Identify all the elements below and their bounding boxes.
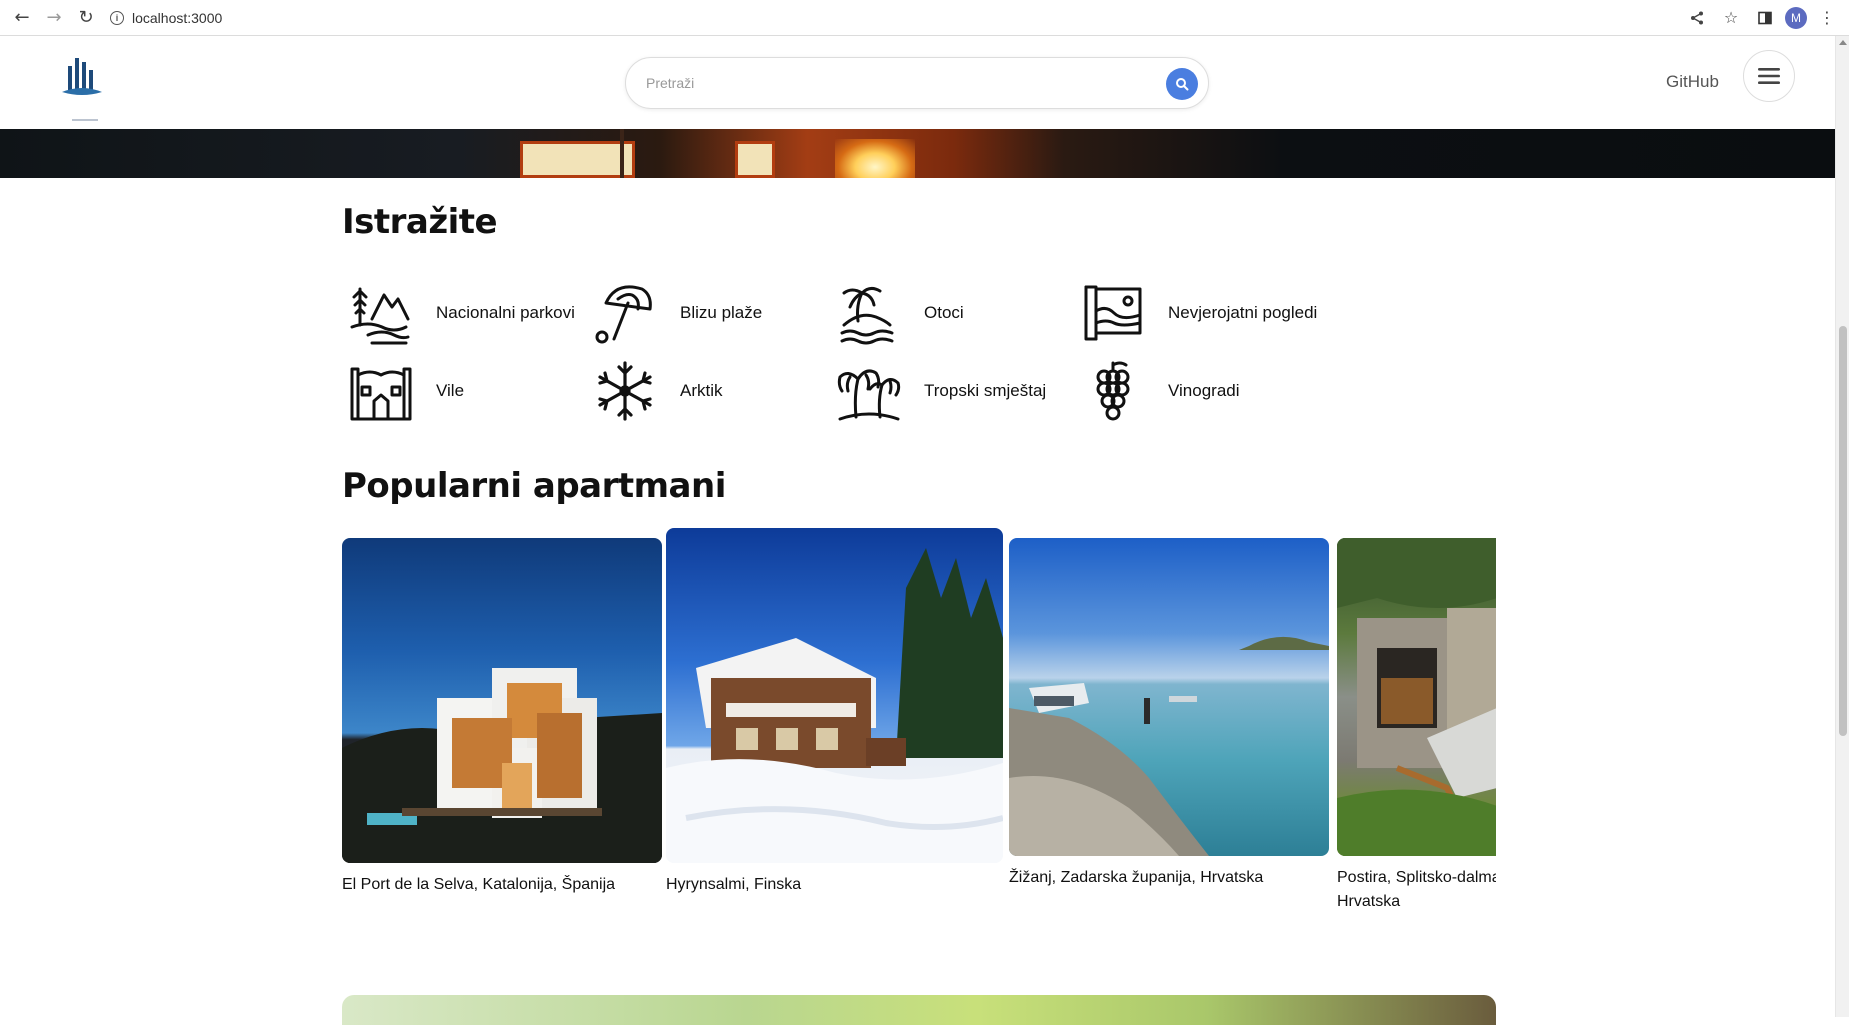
category-near-beach[interactable]: Blizu plaže (592, 281, 762, 345)
scroll-up-arrow-icon[interactable] (1839, 40, 1847, 45)
scrollbar-thumb[interactable] (1839, 326, 1847, 736)
national-park-icon (350, 287, 410, 345)
category-label: Otoci (924, 303, 964, 322)
profile-avatar[interactable]: M (1785, 6, 1807, 29)
hero-banner-image (0, 129, 1835, 178)
category-label: Arktik (680, 381, 723, 400)
share-icon[interactable] (1683, 4, 1711, 32)
snowflake-icon (598, 361, 652, 421)
category-national-parks[interactable]: Nacionalni parkovi (348, 281, 575, 345)
reload-icon[interactable]: ↻ (70, 2, 102, 34)
apartment-card[interactable]: Postira, Splitsko-dalmatinska županija, … (1337, 538, 1496, 914)
category-label: Nevjerojatni pogledi (1168, 303, 1318, 322)
hamburger-menu-icon (1758, 68, 1780, 84)
grapes-icon (1096, 361, 1130, 421)
apartment-location: Postira, Splitsko-dalmatinska županija, … (1337, 869, 1496, 910)
search-button[interactable] (1166, 68, 1198, 100)
category-amazing-views[interactable]: Nevjerojatni pogledi (1080, 281, 1317, 345)
beach-umbrella-icon (595, 285, 652, 344)
category-vineyards[interactable]: Vinogradi (1080, 359, 1240, 423)
category-arctic[interactable]: Arktik (592, 359, 723, 423)
github-link[interactable]: GitHub (1666, 72, 1719, 92)
promo-banner-image[interactable] (342, 995, 1496, 1025)
bookmark-star-icon[interactable]: ☆ (1717, 4, 1745, 32)
site-logo[interactable] (58, 54, 106, 124)
category-label: Vile (436, 381, 465, 400)
category-islands[interactable]: Otoci (836, 281, 964, 345)
search-bar[interactable] (625, 57, 1209, 109)
apartment-card[interactable]: El Port de la Selva, Katalonija, Španija (342, 538, 662, 897)
site-header: GitHub (0, 36, 1835, 129)
category-villas[interactable]: Vile (348, 359, 464, 423)
category-label: Vinogradi (1168, 381, 1240, 400)
apartment-location: El Port de la Selva, Katalonija, Španija (342, 876, 616, 893)
apartment-card[interactable]: Žižanj, Zadarska županija, Hrvatska (1009, 538, 1329, 890)
browser-toolbar: ← → ↻ i localhost:3000 ☆ M ⋮ (0, 0, 1849, 36)
category-label: Tropski smještaj (924, 381, 1047, 400)
tropical-icon (837, 369, 901, 421)
side-panel-icon[interactable] (1751, 4, 1779, 32)
apartment-photo[interactable] (342, 538, 662, 863)
browser-menu-icon[interactable]: ⋮ (1813, 4, 1841, 32)
category-label: Blizu plaže (680, 303, 763, 322)
back-arrow-icon[interactable]: ← (6, 2, 38, 34)
address-bar[interactable]: i localhost:3000 (110, 10, 222, 26)
hero-window (520, 141, 635, 178)
page-scrollbar[interactable] (1835, 36, 1849, 1017)
menu-button[interactable] (1743, 50, 1795, 102)
hero-window (735, 141, 775, 178)
explore-heading: Istražite (342, 202, 498, 242)
apartment-location: Hyrynsalmi, Finska (666, 876, 802, 893)
apartment-photo[interactable] (1337, 538, 1496, 856)
search-input[interactable] (646, 75, 1126, 91)
apartment-card[interactable]: Hyrynsalmi, Finska (666, 528, 1003, 897)
apartment-photo[interactable] (1009, 538, 1329, 856)
view-icon (1084, 285, 1142, 341)
apartment-photo[interactable] (666, 528, 1003, 863)
search-icon (1176, 78, 1189, 91)
forward-arrow-icon[interactable]: → (38, 2, 70, 34)
url-text[interactable]: localhost:3000 (132, 10, 222, 26)
hero-tripod (620, 129, 624, 178)
apartments-carousel[interactable]: El Port de la Selva, Katalonija, Španija (342, 528, 1496, 948)
category-label: Nacionalni parkovi (436, 303, 575, 322)
hero-campfire (835, 139, 915, 178)
island-icon (840, 286, 894, 345)
site-info-icon[interactable]: i (110, 10, 124, 25)
category-tropical[interactable]: Tropski smještaj (836, 359, 1046, 423)
apartment-location: Žižanj, Zadarska županija, Hrvatska (1009, 869, 1264, 886)
villa-icon (350, 367, 412, 421)
popular-apartments-heading: Popularni apartmani (342, 466, 726, 506)
